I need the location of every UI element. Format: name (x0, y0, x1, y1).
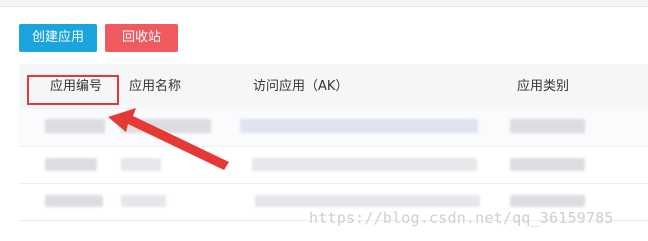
redacted-access-key (255, 195, 480, 207)
create-app-button[interactable]: 创建应用 (19, 24, 97, 52)
redacted-app-name (121, 158, 161, 171)
redacted-app-id (45, 119, 105, 133)
redacted-app-id (45, 195, 103, 207)
redacted-app-category (510, 195, 585, 207)
redacted-app-id (45, 158, 97, 171)
recycle-bin-button[interactable]: 回收站 (105, 24, 178, 52)
watermark-url: https://blog.csdn.net/qq_36159785 (309, 209, 614, 227)
highlight-box (27, 75, 119, 105)
column-header-app-name[interactable]: 应用名称 (129, 64, 181, 109)
redacted-app-category (510, 158, 585, 171)
column-header-app-category[interactable]: 应用类别 (517, 64, 569, 109)
column-header-access-key[interactable]: 访问应用（AK） (253, 64, 348, 109)
redacted-access-key (240, 119, 478, 133)
top-border-strip (0, 0, 648, 7)
redacted-access-key (252, 158, 477, 171)
redacted-app-name (121, 195, 166, 207)
redacted-app-name (121, 119, 211, 133)
redacted-app-category (510, 119, 585, 133)
